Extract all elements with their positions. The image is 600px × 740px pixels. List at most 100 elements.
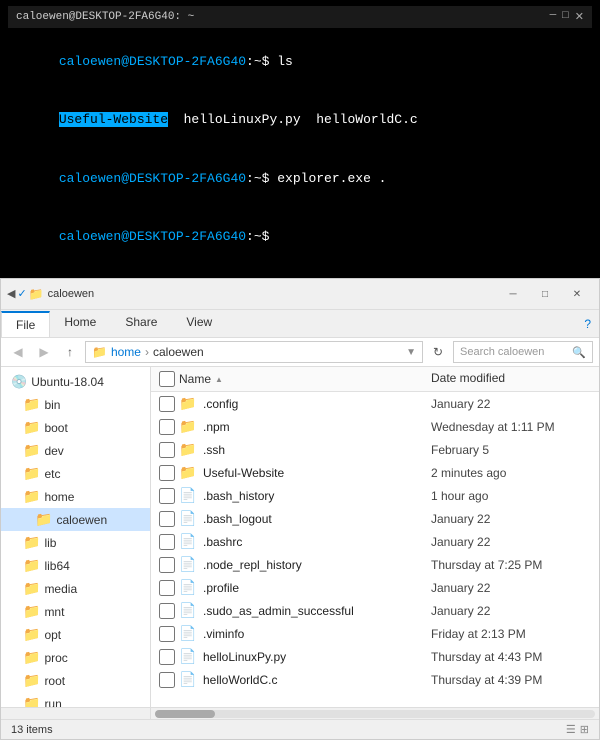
file-checkbox[interactable] (159, 511, 175, 527)
file-checkbox[interactable] (159, 419, 175, 435)
nav-item-media[interactable]: 📁 media (1, 577, 150, 600)
table-row[interactable]: 📄 .viminfo Friday at 2:13 PM (151, 622, 599, 645)
file-scrollbar-h[interactable] (151, 708, 599, 719)
file-checkbox[interactable] (159, 649, 175, 665)
address-path[interactable]: 📁 home › caloewen ▼ (85, 341, 423, 363)
nav-item-run[interactable]: 📁 run (1, 692, 150, 707)
terminal-line-4: caloewen@DESKTOP-2FA6G40:~$ (12, 208, 588, 267)
path-separator: › (145, 345, 149, 359)
file-list-header: Name ▲ Date modified (151, 367, 599, 392)
folder-icon-etc: 📁 (23, 465, 40, 482)
explorer-window-title: caloewen (48, 288, 94, 300)
file-date: February 5 (431, 443, 591, 457)
file-checkbox[interactable] (159, 672, 175, 688)
table-row[interactable]: 📁 .npm Wednesday at 1:11 PM (151, 415, 599, 438)
table-row[interactable]: 📁 .config January 22 (151, 392, 599, 415)
tab-home[interactable]: Home (50, 310, 111, 337)
nav-item-etc[interactable]: 📁 etc (1, 462, 150, 485)
file-checkbox[interactable] (159, 534, 175, 550)
ribbon: File Home Share View ? (1, 310, 599, 338)
table-row[interactable]: 📄 .bash_history 1 hour ago (151, 484, 599, 507)
file-checkbox[interactable] (159, 557, 175, 573)
nav-item-boot[interactable]: 📁 boot (1, 416, 150, 439)
nav-label-lib: lib (44, 536, 56, 550)
table-row[interactable]: 📄 helloWorldC.c Thursday at 4:39 PM (151, 668, 599, 691)
file-name: .bash_logout (203, 512, 272, 526)
nav-item-bin[interactable]: 📁 bin (1, 393, 150, 416)
file-checkbox[interactable] (159, 603, 175, 619)
search-placeholder: Search caloewen (460, 346, 544, 358)
file-date: Thursday at 4:43 PM (431, 650, 591, 664)
search-box[interactable]: Search caloewen 🔍 (453, 341, 593, 363)
nav-item-root[interactable]: 📁 root (1, 669, 150, 692)
file-name: .bash_history (203, 489, 274, 503)
nav-item-home[interactable]: 📁 home (1, 485, 150, 508)
table-row[interactable]: 📁 .ssh February 5 (151, 438, 599, 461)
tab-share[interactable]: Share (111, 310, 172, 337)
terminal-minimize-btn[interactable]: ─ (550, 10, 557, 24)
file-date: Thursday at 4:39 PM (431, 673, 591, 687)
file-date: January 22 (431, 604, 591, 618)
col-modified-header[interactable]: Date modified (431, 371, 591, 387)
nav-item-mnt[interactable]: 📁 mnt (1, 600, 150, 623)
tab-file[interactable]: File (1, 311, 50, 337)
refresh-btn[interactable]: ↻ (427, 341, 449, 363)
file-checkbox[interactable] (159, 488, 175, 504)
file-checkbox[interactable] (159, 580, 175, 596)
table-row[interactable]: 📄 .sudo_as_admin_successful January 22 (151, 599, 599, 622)
file-checkbox[interactable] (159, 626, 175, 642)
file-date: Friday at 2:13 PM (431, 627, 591, 641)
nav-item-lib64[interactable]: 📁 lib64 (1, 554, 150, 577)
file-date: January 22 (431, 535, 591, 549)
table-row[interactable]: 📄 .node_repl_history Thursday at 7:25 PM (151, 553, 599, 576)
close-btn[interactable]: ✕ (561, 283, 593, 305)
tiles-view-icon[interactable]: ⊞ (580, 723, 589, 736)
path-dropdown-icon[interactable]: ▼ (406, 347, 416, 358)
nav-label-run: run (44, 697, 61, 708)
restore-btn[interactable]: □ (529, 283, 561, 305)
nav-item-caloewen[interactable]: 📁 caloewen (1, 508, 150, 531)
path-home: home (111, 345, 141, 359)
file-name: .viminfo (203, 627, 244, 641)
status-bar: 13 items ☰ ⊞ (1, 719, 599, 739)
checkmark-icon: ✓ (17, 287, 26, 301)
table-row[interactable]: 📁 Useful-Website 2 minutes ago (151, 461, 599, 484)
file-checkbox[interactable] (159, 465, 175, 481)
table-row[interactable]: 📄 .profile January 22 (151, 576, 599, 599)
terminal-line-1: caloewen@DESKTOP-2FA6G40:~$ ls (12, 32, 588, 91)
nav-item-ubuntu[interactable]: 💿 Ubuntu-18.04 (1, 371, 150, 393)
help-btn[interactable]: ? (576, 312, 599, 336)
nav-item-lib[interactable]: 📁 lib (1, 531, 150, 554)
file-icon: 📄 (179, 671, 197, 688)
back-btn[interactable]: ◀ (7, 341, 29, 363)
file-checkbox[interactable] (159, 396, 175, 412)
table-row[interactable]: 📄 .bashrc January 22 (151, 530, 599, 553)
table-row[interactable]: 📄 helloLinuxPy.py Thursday at 4:43 PM (151, 645, 599, 668)
table-row[interactable]: 📄 .bash_logout January 22 (151, 507, 599, 530)
folder-icon-root: 📁 (23, 672, 40, 689)
up-btn[interactable]: ↑ (59, 341, 81, 363)
nav-label-dev: dev (44, 444, 63, 458)
file-checkbox[interactable] (159, 442, 175, 458)
file-name: .npm (203, 420, 230, 434)
tab-view[interactable]: View (172, 310, 227, 337)
nav-label-etc: etc (44, 467, 60, 481)
details-view-icon[interactable]: ☰ (566, 723, 576, 736)
folder-icon-opt: 📁 (23, 626, 40, 643)
file-icon: 📄 (179, 602, 197, 619)
terminal-maximize-btn[interactable]: □ (562, 10, 569, 24)
select-all-checkbox[interactable] (159, 371, 175, 387)
nav-item-dev[interactable]: 📁 dev (1, 439, 150, 462)
nav-item-proc[interactable]: 📁 proc (1, 646, 150, 669)
terminal-close-btn[interactable]: ✕ (575, 10, 584, 24)
nav-item-opt[interactable]: 📁 opt (1, 623, 150, 646)
file-name: .sudo_as_admin_successful (203, 604, 354, 618)
col-name-header[interactable]: Name ▲ (179, 371, 431, 387)
minimize-btn[interactable]: ─ (497, 283, 529, 305)
folder-icon-mnt: 📁 (23, 603, 40, 620)
terminal-controls: ─ □ ✕ (550, 10, 584, 24)
file-icon: 📄 (179, 579, 197, 596)
drive-icon: 💿 (11, 374, 27, 390)
forward-btn[interactable]: ▶ (33, 341, 55, 363)
terminal-line-2: Useful-Website helloLinuxPy.py helloWorl… (12, 91, 588, 150)
